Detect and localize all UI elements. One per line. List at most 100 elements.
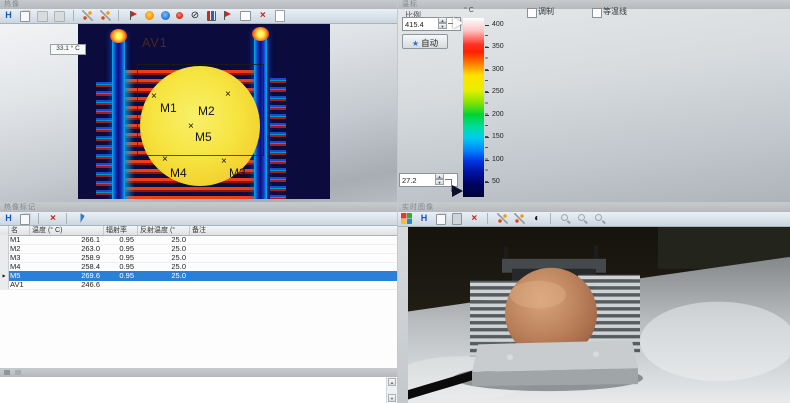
av1-region-label: AV1	[142, 36, 168, 50]
row-selector[interactable]	[0, 253, 9, 262]
scale-max-spinner[interactable]: ▲▼	[438, 17, 447, 29]
notes-text-area[interactable]	[0, 377, 387, 403]
marker-label-m1[interactable]: M1	[160, 102, 177, 115]
tick-label-400: 400	[492, 21, 514, 29]
marker-label-m5[interactable]: M5	[195, 131, 212, 144]
hot-spot-icon[interactable]	[145, 11, 154, 20]
paste-icon[interactable]	[452, 213, 462, 225]
cell-temp: 263.0	[30, 244, 100, 253]
row-selector[interactable]	[0, 262, 9, 271]
copy-icon[interactable]	[20, 11, 30, 22]
copy-icon[interactable]	[436, 214, 446, 225]
cell-temp: 246.6	[30, 280, 100, 289]
print-icon[interactable]	[37, 11, 48, 22]
spin-down-icon[interactable]: ▼	[438, 23, 447, 29]
tick-label-300: 300	[492, 66, 514, 74]
flag-icon[interactable]	[222, 10, 233, 21]
no-measure-icon[interactable]: ⊘	[189, 10, 200, 21]
visible-panel-title: 实时图像	[398, 203, 790, 212]
note-icon[interactable]	[4, 370, 10, 375]
link-thermal-icon[interactable]	[497, 213, 508, 224]
cell-name: M2	[10, 244, 20, 253]
cell-temp: 258.4	[30, 262, 100, 271]
modulate-checkbox-label: 调制	[538, 7, 554, 17]
marker-cross-m3[interactable]: ×	[221, 157, 227, 167]
hot-tip-right	[252, 27, 269, 41]
marker-cross-m2[interactable]: ×	[225, 90, 231, 100]
zoom-in-icon[interactable]	[560, 213, 571, 224]
marker-tool-icon[interactable]	[128, 10, 139, 21]
row-selector[interactable]: ▶	[0, 271, 9, 280]
row-selector[interactable]	[0, 235, 9, 244]
spin-down-icon[interactable]: ▼	[435, 179, 444, 185]
delete-icon[interactable]: ×	[257, 10, 268, 21]
scale-min-spinner[interactable]: ▲▼	[435, 173, 444, 185]
note-add-icon[interactable]	[15, 370, 21, 375]
scale-min-input[interactable]	[399, 173, 458, 187]
toolbar-separator	[38, 213, 39, 224]
zoom-out-icon[interactable]	[577, 213, 588, 224]
header-note[interactable]: 备注	[190, 226, 396, 235]
delete-icon[interactable]: ×	[469, 213, 480, 224]
toolbar-separator	[73, 10, 74, 21]
isotherm-checkbox-label: 等温线	[603, 7, 627, 17]
notes-scrollbar[interactable]: ▲ ▼	[386, 377, 397, 403]
delete-icon[interactable]: ×	[47, 213, 58, 224]
spot-icon[interactable]	[176, 12, 183, 19]
thermal-toolbar: H ⊘ ×	[0, 9, 397, 24]
save-icon[interactable]: H	[3, 213, 14, 224]
header-reflected[interactable]: 反射温度 (°	[138, 226, 190, 235]
marker-cross-m5[interactable]: ×	[188, 122, 194, 132]
auto-scale-button[interactable]: ★自动	[402, 34, 448, 49]
polyline-profile-icon[interactable]	[100, 10, 111, 21]
header-name[interactable]: 名	[9, 226, 30, 235]
visible-toolbar: H × ◐	[398, 212, 790, 227]
isotherm-checkbox[interactable]	[592, 8, 602, 18]
table-row-av1[interactable]: AV1 246.6	[0, 280, 397, 290]
scroll-up-icon[interactable]: ▲	[388, 378, 396, 386]
thermal-panel-title: 热像	[0, 0, 397, 9]
save-icon[interactable]: H	[3, 10, 14, 21]
temperature-colorbar	[463, 18, 484, 197]
export-icon[interactable]	[54, 11, 65, 22]
histogram-icon[interactable]	[207, 11, 216, 21]
min-level-pointer[interactable]	[452, 185, 463, 197]
save-icon[interactable]: H	[418, 213, 429, 224]
modulate-checkbox[interactable]	[527, 8, 537, 18]
contrast-icon[interactable]: ◐	[532, 213, 543, 224]
tick-400	[485, 25, 489, 26]
cell-name: M3	[10, 253, 20, 262]
link-visible-icon[interactable]	[514, 213, 525, 224]
thermal-image[interactable]: AV1 × M1 × M2 × M5 × M4 × M3	[78, 24, 330, 199]
marker-table-title: 热像标记	[0, 203, 397, 212]
max-level-pointer[interactable]	[453, 17, 463, 29]
wafer-highlight	[510, 281, 566, 309]
marker-cross-m1[interactable]: ×	[151, 92, 157, 102]
row-selector[interactable]	[0, 280, 9, 289]
palette-icon[interactable]	[401, 213, 412, 224]
toolbar-separator	[550, 213, 551, 224]
tick-label-200: 200	[492, 111, 514, 119]
header-temperature[interactable]: 温度 (° C)	[30, 226, 104, 235]
marker-label-m4[interactable]: M4	[170, 167, 187, 180]
line-profile-icon[interactable]	[82, 10, 93, 21]
marker-cross-m4[interactable]: ×	[162, 155, 168, 165]
row-selector[interactable]	[0, 244, 9, 253]
heatsink-fins-left	[96, 82, 112, 199]
marker-table-panel: 热像标记 H × 名 温度 (° C) 辐射率 反射温度 (° 备注 M1 26…	[0, 203, 397, 368]
region-rect-icon[interactable]	[240, 11, 251, 21]
table-reflection-right	[640, 302, 790, 382]
marker-label-m2[interactable]: M2	[198, 105, 215, 118]
header-emissivity[interactable]: 辐射率	[104, 226, 138, 235]
select-arrow-icon[interactable]	[75, 213, 86, 224]
zoom-fit-icon[interactable]	[594, 213, 605, 224]
scroll-down-icon[interactable]: ▼	[388, 394, 396, 402]
cell-emissivity: 0.95	[104, 271, 134, 280]
thermal-content-area: 33.1 ° C AV1 × M1 × M2 × M5 × M4	[0, 24, 397, 202]
cold-spot-icon[interactable]	[161, 11, 170, 20]
cursor-temp-readout: 33.1 ° C	[50, 44, 86, 55]
toolbar-separator	[487, 213, 488, 224]
marker-label-m3[interactable]: M3	[229, 167, 246, 180]
copy-icon[interactable]	[20, 214, 30, 225]
note-icon[interactable]	[275, 10, 285, 22]
